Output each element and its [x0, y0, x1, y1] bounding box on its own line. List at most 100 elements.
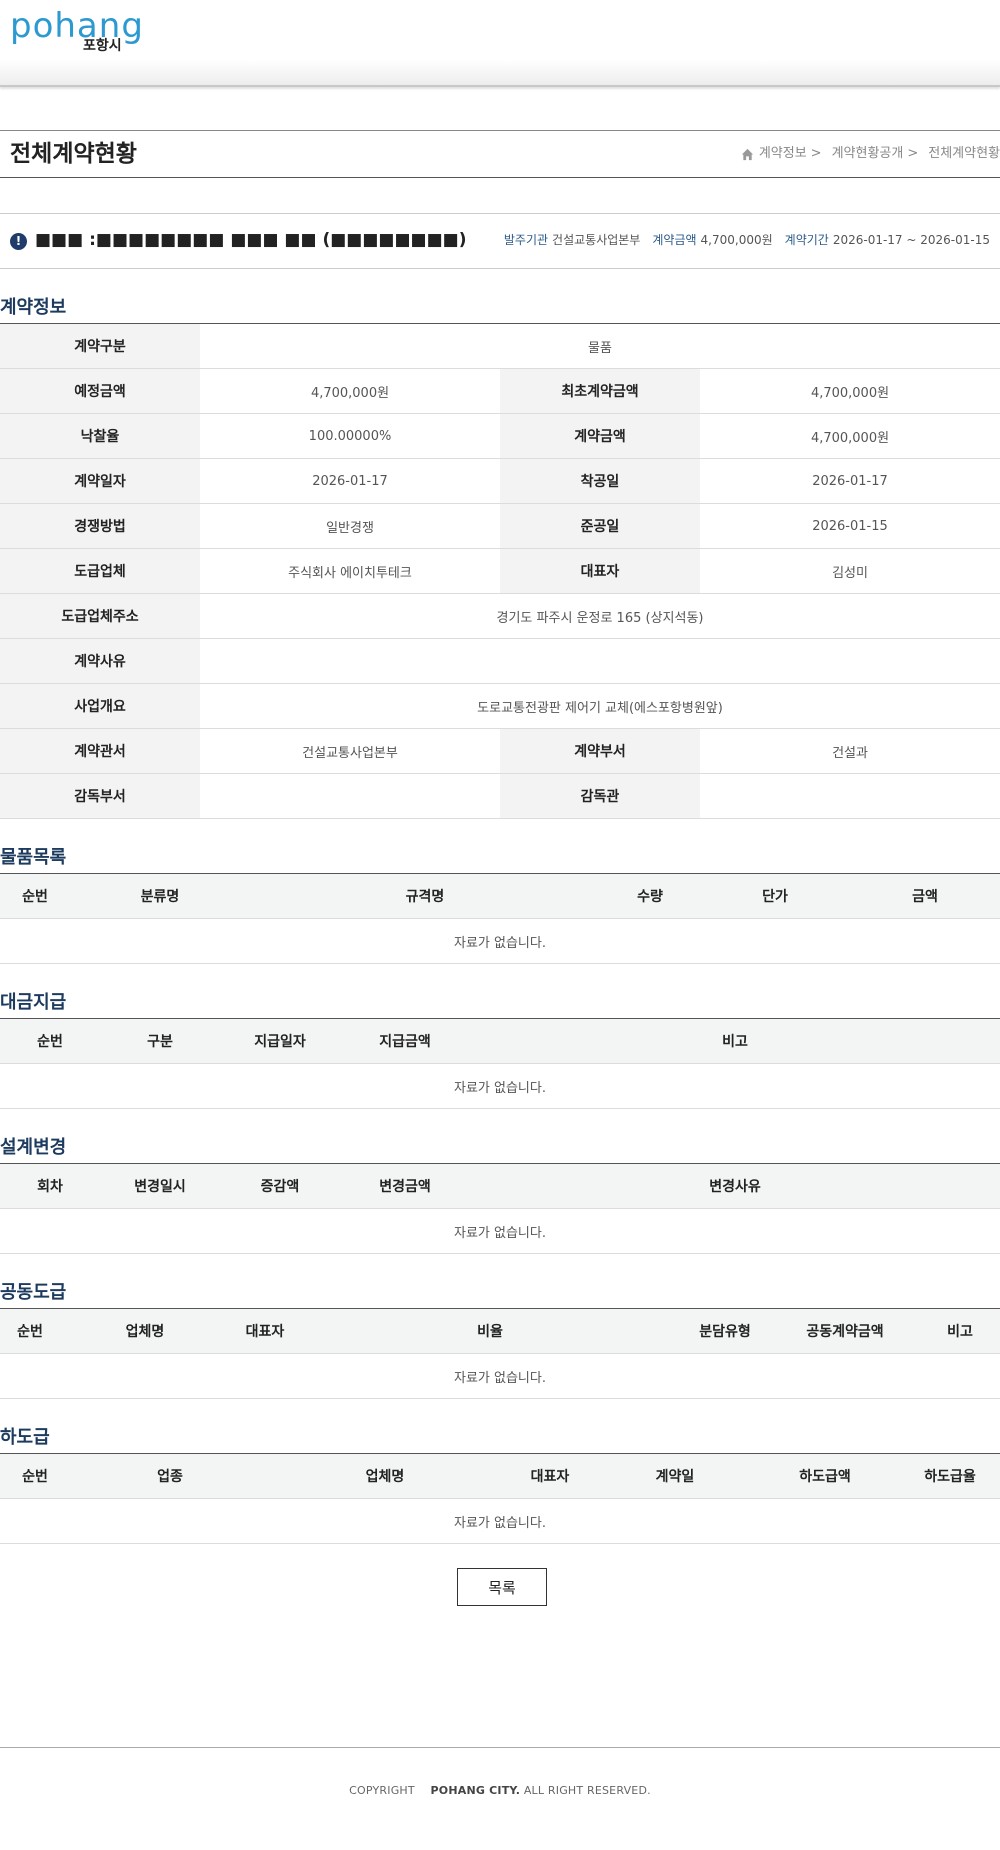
start-date-value: 2026-01-17 [700, 458, 1000, 504]
empty-message: 자료가 없습니다. [0, 918, 1000, 964]
period-value: 2026-01-17 ~ 2026-01-15 [832, 233, 990, 247]
column-header: 비율 [300, 1308, 680, 1354]
copyright-rights: ALL RIGHT RESERVED. [523, 1784, 651, 1797]
title-bar: 전체계약현황 계약정보 > 계약현황공개 > 전체계약현황 [0, 130, 1000, 178]
amount-label: 계약금액 [652, 233, 697, 247]
method-label: 경쟁방법 [0, 503, 200, 549]
dept-value: 건설과 [700, 728, 1000, 774]
office-value: 건설교통사업본부 [200, 728, 500, 774]
column-header: 변경사유 [470, 1163, 1000, 1209]
table-row: 예정금액 4,700,000원 최초계약금액 4,700,000원 [0, 368, 1000, 414]
column-header: 지급일자 [220, 1018, 340, 1064]
ceo-label: 대표자 [500, 548, 700, 594]
company-value: 주식회사 에이치투테크 [200, 548, 500, 594]
column-header: 순번 [0, 1453, 70, 1499]
order-org-label: 발주기관 [503, 233, 549, 247]
table-row: 자료가 없습니다. [0, 1498, 1000, 1544]
logo-text: pohang [10, 6, 144, 46]
column-header: 하도급액 [750, 1453, 900, 1499]
breadcrumb-item-all-contracts[interactable]: 전체계약현황 [928, 145, 1000, 163]
contract-date-label: 계약일자 [0, 458, 200, 504]
order-org-value: 건설교통사업본부 [552, 233, 641, 247]
overview-label: 사업개요 [0, 683, 200, 729]
breadcrumb-item-contract-info[interactable]: 계약정보 [759, 145, 807, 163]
site-header: pohang 포항시 [0, 0, 1000, 60]
rate-label: 낙찰율 [0, 413, 200, 459]
supervisor-label: 감독관 [500, 773, 700, 819]
contract-date-value: 2026-01-17 [200, 458, 500, 504]
column-header: 단가 [700, 873, 850, 919]
start-date-label: 착공일 [500, 458, 700, 504]
sup-dept-value [200, 773, 500, 819]
table-header-row: 순번 구분 지급일자 지급금액 비고 [0, 1018, 1000, 1064]
list-button[interactable]: 목록 [457, 1568, 547, 1606]
rate-value: 100.00000% [200, 413, 500, 459]
table-header-row: 순번 업종 업체명 대표자 계약일 하도급액 하도급율 [0, 1453, 1000, 1499]
empty-message: 자료가 없습니다. [0, 1208, 1000, 1254]
contract-type-value: 물품 [200, 323, 1000, 369]
column-header: 업체명 [60, 1308, 230, 1354]
complete-date-label: 준공일 [500, 503, 700, 549]
empty-message: 자료가 없습니다. [0, 1498, 1000, 1544]
reason-value [200, 638, 1000, 684]
contract-amount-label: 계약금액 [500, 413, 700, 459]
column-header: 업체명 [270, 1453, 500, 1499]
contract-type-label: 계약구분 [0, 323, 200, 369]
design-change-table: 회차 변경일시 증감액 변경금액 변경사유 자료가 없습니다. [0, 1163, 1000, 1254]
column-header: 하도급율 [900, 1453, 1000, 1499]
column-header: 수량 [600, 873, 700, 919]
company-label: 도급업체 [0, 548, 200, 594]
column-header: 분담유형 [680, 1308, 770, 1354]
column-header: 구분 [100, 1018, 220, 1064]
table-row: 감독부서 감독관 [0, 773, 1000, 819]
amount-value: 4,700,000원 [700, 233, 773, 247]
column-header: 변경금액 [340, 1163, 470, 1209]
dept-label: 계약부서 [500, 728, 700, 774]
column-header: 증감액 [220, 1163, 340, 1209]
page-title: 전체계약현황 [10, 141, 137, 167]
home-icon[interactable] [741, 148, 754, 161]
column-header: 순번 [0, 1308, 60, 1354]
table-row: 자료가 없습니다. [0, 1208, 1000, 1254]
table-row: 사업개요 도로교통전광판 제어기 교체(에스포항병원앞) [0, 683, 1000, 729]
column-header: 대표자 [230, 1308, 300, 1354]
column-header: 지급금액 [340, 1018, 470, 1064]
pohang-logo[interactable]: pohang 포항시 [10, 6, 160, 56]
subcontract-table: 순번 업종 업체명 대표자 계약일 하도급액 하도급율 자료가 없습니다. [0, 1453, 1000, 1544]
period-label: 계약기간 [784, 233, 829, 247]
table-header-row: 순번 업체명 대표자 비율 분담유형 공동계약금액 비고 [0, 1308, 1000, 1354]
table-header-row: 회차 변경일시 증감액 변경금액 변경사유 [0, 1163, 1000, 1209]
init-amount-label: 최초계약금액 [500, 368, 700, 414]
address-label: 도급업체주소 [0, 593, 200, 639]
ceo-value: 김성미 [700, 548, 1000, 594]
est-amount-label: 예정금액 [0, 368, 200, 414]
column-header: 규격명 [250, 873, 600, 919]
column-header: 순번 [0, 873, 70, 919]
summary-meta: 발주기관 건설교통사업본부 계약금액 4,700,000원 계약기간 2026-01-… [504, 232, 990, 248]
subcontract-title: 하도급 [0, 1427, 50, 1448]
complete-date-value: 2026-01-15 [700, 503, 1000, 549]
column-header: 비고 [470, 1018, 1000, 1064]
global-nav-bar [0, 60, 1000, 87]
info-icon: ! [10, 233, 27, 250]
table-row: 계약관서 건설교통사업본부 계약부서 건설과 [0, 728, 1000, 774]
table-row: 계약구분 물품 [0, 323, 1000, 369]
column-header: 대표자 [500, 1453, 600, 1499]
breadcrumb: 계약정보 > 계약현황공개 > 전체계약현황 [741, 145, 1000, 163]
column-header: 금액 [850, 873, 1000, 919]
table-row: 자료가 없습니다. [0, 1063, 1000, 1109]
logo-subtext: 포항시 [83, 38, 122, 54]
breadcrumb-separator: > [907, 146, 919, 161]
contract-info-table: 계약구분 물품 예정금액 4,700,000원 최초계약금액 4,700,000원 낙찰… [0, 323, 1000, 819]
column-header: 계약일 [600, 1453, 750, 1499]
column-header: 비고 [920, 1308, 1000, 1354]
table-row: 자료가 없습니다. [0, 918, 1000, 964]
init-amount-value: 4,700,000원 [700, 368, 1000, 414]
table-row: 도급업체주소 경기도 파주시 운정로 165 (상지석동) [0, 593, 1000, 639]
goods-table: 순번 분류명 규격명 수량 단가 금액 자료가 없습니다. [0, 873, 1000, 964]
breadcrumb-item-contract-disclosure[interactable]: 계약현황공개 [832, 145, 904, 163]
table-row: 도급업체 주식회사 에이치투테크 대표자 김성미 [0, 548, 1000, 594]
contract-amount-value: 4,700,000원 [700, 413, 1000, 459]
copyright-label: COPYRIGHT [349, 1784, 415, 1797]
column-header: 공동계약금액 [770, 1308, 920, 1354]
